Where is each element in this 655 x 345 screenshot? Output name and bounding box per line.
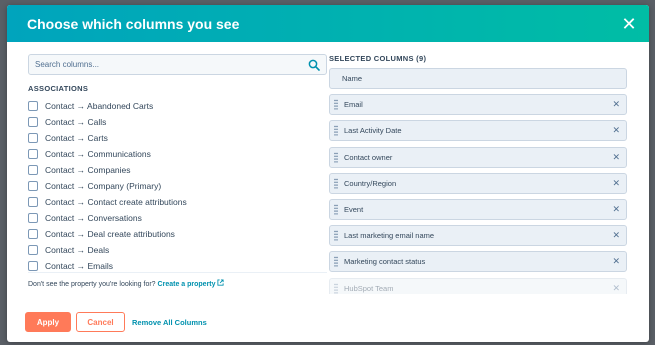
drag-handle-icon[interactable]: [334, 256, 338, 267]
association-checkbox[interactable]: [28, 245, 38, 255]
available-columns-panel: ASSOCIATIONS Contact → Abandoned CartsCo…: [28, 54, 327, 288]
remove-column-icon[interactable]: ✕: [612, 126, 620, 135]
association-checkbox[interactable]: [28, 229, 38, 239]
association-option[interactable]: Contact → Carts: [28, 130, 327, 146]
selected-column-item[interactable]: Email ✕: [329, 94, 627, 116]
drag-handle-icon[interactable]: [334, 125, 338, 136]
selected-column-item[interactable]: Country/Region ✕: [329, 172, 627, 194]
selected-column-label: Last marketing email name: [344, 231, 435, 241]
remove-column-icon[interactable]: ✕: [612, 257, 620, 266]
selected-columns-panel: SELECTED COLUMNS (9) Name Email ✕ Last Acti…: [329, 54, 627, 294]
association-option[interactable]: Contact → Company (Primary): [28, 178, 327, 194]
selected-column-label: Name: [342, 74, 363, 83]
association-option-label: Contact → Deals: [45, 245, 110, 255]
apply-button[interactable]: Apply: [25, 312, 71, 332]
drag-handle-icon[interactable]: [334, 230, 338, 241]
association-checkbox[interactable]: [28, 181, 38, 191]
association-checkbox[interactable]: [28, 101, 38, 111]
association-checkbox[interactable]: [28, 197, 38, 207]
association-option[interactable]: Contact → Calls: [28, 114, 327, 130]
create-property-link[interactable]: Create a property: [158, 279, 225, 288]
selected-column-label: HubSpot Team: [344, 283, 394, 293]
drag-handle-icon[interactable]: [334, 99, 338, 110]
association-checkbox[interactable]: [28, 213, 38, 223]
association-option-label: Contact → Communications: [45, 149, 151, 159]
association-option[interactable]: Contact → Conversations: [28, 210, 327, 226]
helper-text: Don't see the property you're looking fo…: [28, 281, 156, 288]
association-option-label: Contact → Deal create attributions: [45, 229, 175, 239]
association-checkbox[interactable]: [28, 117, 38, 127]
search-field[interactable]: [28, 54, 327, 75]
remove-column-icon[interactable]: ✕: [612, 152, 620, 162]
association-option-label: Contact → Company (Primary): [45, 181, 162, 191]
selected-column-label: Last Activity Date: [344, 126, 402, 136]
cancel-button[interactable]: Cancel: [76, 312, 125, 332]
selected-column-item[interactable]: Event ✕: [329, 198, 627, 220]
dialog-footer: Apply Cancel Remove All Columns: [7, 302, 649, 342]
association-option[interactable]: Contact → Companies: [28, 162, 327, 178]
remove-column-icon[interactable]: ✕: [612, 283, 620, 293]
association-option-label: Contact → Carts: [45, 133, 108, 143]
dialog-title: Choose which columns you see: [27, 15, 240, 32]
drag-handle-icon[interactable]: [334, 204, 338, 215]
drag-handle-icon[interactable]: [334, 152, 338, 163]
selected-column-item[interactable]: Contact owner ✕: [329, 146, 627, 168]
remove-all-columns-button[interactable]: Remove All Columns: [132, 318, 207, 327]
association-option[interactable]: Contact → Deals: [28, 242, 327, 258]
drag-handle-icon[interactable]: [334, 283, 338, 294]
remove-column-icon[interactable]: ✕: [612, 100, 620, 109]
selected-column-label: Marketing contact status: [344, 257, 426, 267]
selected-column-item[interactable]: Name: [329, 68, 627, 89]
close-icon[interactable]: ✕: [621, 15, 637, 33]
remove-column-icon[interactable]: ✕: [612, 178, 620, 188]
association-checkbox[interactable]: [28, 133, 38, 143]
association-option[interactable]: Contact → Contact create attributions: [28, 194, 327, 210]
selected-column-label: Contact owner: [344, 152, 393, 162]
association-option-label: Contact → Contact create attributions: [45, 197, 187, 207]
selected-column-item[interactable]: Last Activity Date ✕: [329, 120, 627, 142]
selected-column-item[interactable]: Last marketing email name ✕: [329, 225, 627, 247]
search-input[interactable]: [35, 60, 285, 69]
remove-column-icon[interactable]: ✕: [612, 204, 620, 214]
association-option-label: Contact → Conversations: [45, 213, 142, 223]
association-checkbox[interactable]: [28, 261, 38, 271]
associations-heading: ASSOCIATIONS: [28, 84, 89, 93]
selected-column-label: Event: [344, 204, 364, 214]
association-option[interactable]: Contact → Communications: [28, 146, 327, 162]
dialog-header: Choose which columns you see ✕: [7, 5, 649, 42]
association-option-label: Contact → Abandoned Carts: [45, 101, 154, 111]
selected-column-label: Country/Region: [344, 178, 397, 188]
external-link-icon: [217, 279, 225, 286]
selected-columns-list[interactable]: Name Email ✕ Last Activity Date ✕ Contact own…: [329, 68, 627, 294]
association-option-label: Contact → Emails: [45, 261, 114, 271]
association-option[interactable]: Contact → Emails: [28, 258, 327, 272]
create-property-helper: Don't see the property you're looking fo…: [28, 279, 327, 288]
remove-column-icon[interactable]: ✕: [612, 231, 620, 240]
association-option[interactable]: Contact → Deal create attributions: [28, 226, 327, 242]
selected-column-item[interactable]: HubSpot Team ✕: [329, 277, 627, 294]
association-checkbox[interactable]: [28, 149, 38, 159]
selected-column-item[interactable]: Marketing contact status ✕: [329, 251, 627, 273]
columns-dialog: Choose which columns you see ✕ ASSOCIATI…: [7, 5, 649, 342]
selected-column-label: Email: [344, 100, 363, 110]
selected-columns-heading: SELECTED COLUMNS (9): [329, 54, 427, 63]
drag-handle-icon[interactable]: [334, 178, 338, 189]
association-checkbox[interactable]: [28, 165, 38, 175]
association-option[interactable]: Contact → Abandoned Carts: [28, 98, 327, 114]
available-columns-list[interactable]: Contact → Abandoned Carts Contact → Calls…: [28, 98, 327, 273]
association-option-label: Contact → Companies: [45, 165, 131, 175]
search-icon[interactable]: [308, 59, 320, 71]
association-option-label: Contact → Calls: [45, 117, 107, 127]
